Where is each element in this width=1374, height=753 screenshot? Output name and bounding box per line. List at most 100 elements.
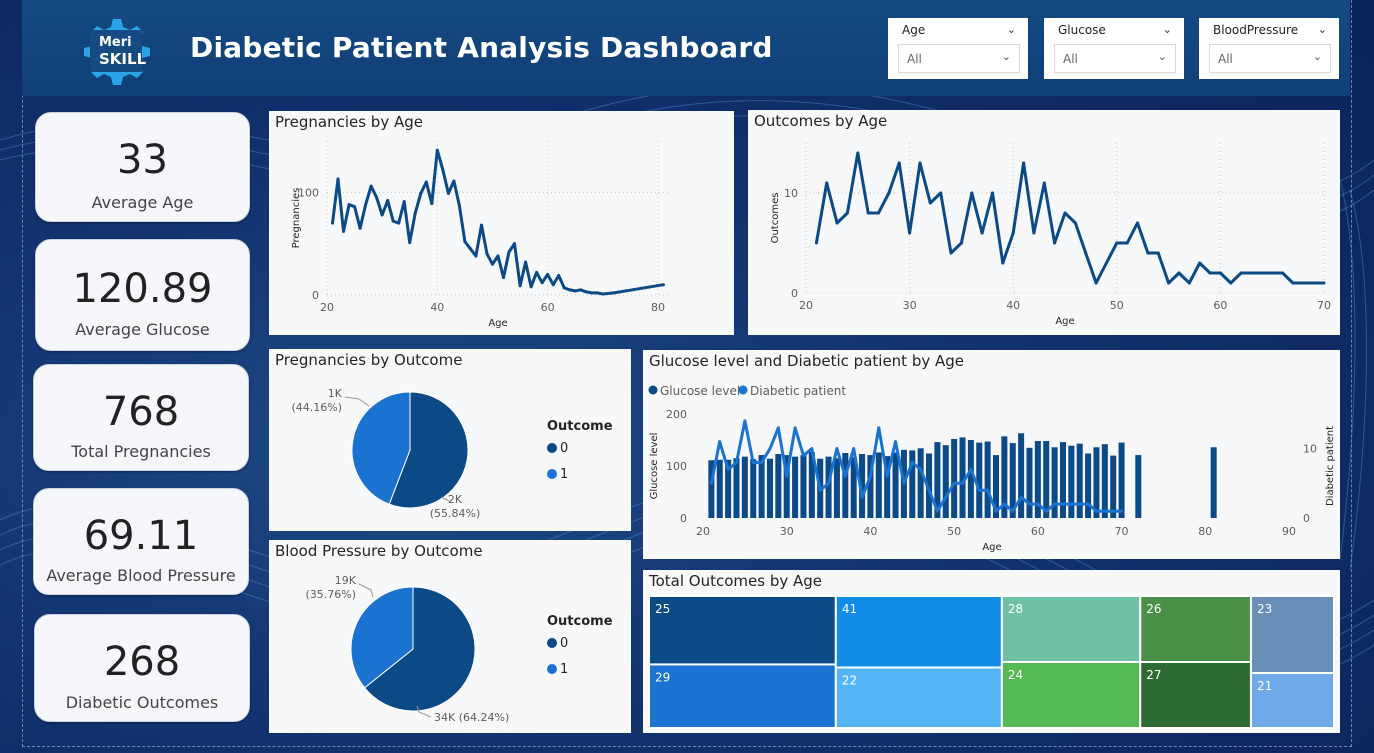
bar: [1110, 455, 1117, 518]
data-point: [852, 447, 856, 451]
data-point: [485, 252, 489, 256]
data-point: [1094, 509, 1098, 513]
treemap-label: 29: [655, 670, 670, 684]
data-point: [776, 426, 780, 430]
x-tick-label: 20: [696, 525, 710, 538]
data-point: [986, 488, 990, 492]
bar: [1068, 445, 1075, 518]
age-dropdown[interactable]: All ⌄: [898, 44, 1020, 73]
data-label: 34K (64.24%): [434, 711, 509, 724]
data-point: [743, 419, 747, 423]
data-point: [835, 447, 839, 451]
bloodpressure-slicer[interactable]: BloodPressure ⌄ All ⌄: [1199, 18, 1339, 79]
data-point: [877, 211, 881, 215]
pregnancies-by-age-chart[interactable]: 010020 40 60 80AgePregnancies: [269, 111, 734, 335]
chevron-down-icon[interactable]: ⌄: [1007, 23, 1016, 36]
data-point: [1301, 281, 1305, 285]
y-tick-label: 200: [666, 408, 687, 421]
age-slicer-label: Age: [902, 23, 926, 37]
x-tick-label: 60: [1213, 299, 1227, 312]
data-point: [856, 151, 860, 155]
data-point: [760, 461, 764, 465]
treemap-label: 25: [655, 602, 670, 616]
x-tick-label: 20: [799, 299, 813, 312]
logo-text-skill: SKILL: [99, 50, 147, 68]
bloodpressure-dropdown[interactable]: All ⌄: [1209, 44, 1331, 73]
glucose-dropdown[interactable]: All ⌄: [1054, 44, 1176, 73]
bar: [1085, 453, 1092, 518]
legend-marker: [547, 664, 557, 674]
chevron-down-icon[interactable]: ⌄: [1318, 23, 1327, 36]
data-point: [468, 247, 472, 251]
data-point: [902, 481, 906, 485]
data-point: [1239, 271, 1243, 275]
data-point: [1063, 211, 1067, 215]
legend-label: 0: [560, 441, 568, 456]
data-point: [1177, 271, 1181, 275]
data-point: [595, 291, 599, 295]
chevron-down-icon[interactable]: ⌄: [1158, 50, 1167, 63]
data-point: [1086, 502, 1090, 506]
bar: [775, 454, 782, 518]
data-point: [496, 254, 500, 258]
data-point: [1260, 271, 1264, 275]
data-point: [513, 242, 517, 246]
data-point: [1084, 251, 1088, 255]
data-point: [369, 184, 373, 188]
treemap-label: 21: [1257, 679, 1272, 693]
data-point: [801, 454, 805, 458]
data-point: [446, 191, 450, 195]
pregnancies-by-outcome-chart[interactable]: 2K(55.84%) 1K(44.16%) Outcome 0 1: [269, 349, 631, 531]
data-point: [969, 467, 973, 471]
data-point: [1001, 261, 1005, 265]
glucose-slicer-label: Glucose: [1058, 23, 1106, 37]
data-point: [375, 195, 379, 199]
bloodpressure-dropdown-value: All: [1218, 52, 1233, 66]
x-tick-label: 80: [1198, 525, 1212, 538]
y-axis-label: Pregnancies: [291, 188, 302, 249]
data-point: [1156, 251, 1160, 255]
outcomes-by-age-chart[interactable]: 0 10 20 30 40 50 60 70 Age Outcomes: [748, 110, 1340, 335]
data-point: [910, 461, 914, 465]
x-tick-label: 70: [1317, 299, 1331, 312]
chart-title: Blood Pressure by Outcome: [275, 542, 483, 560]
age-slicer[interactable]: Age ⌄ All ⌄: [888, 18, 1028, 79]
y-axis-label: Outcomes: [770, 193, 781, 244]
bar: [976, 442, 983, 518]
data-point: [1187, 281, 1191, 285]
data-point: [977, 488, 981, 492]
x-tick-label: 30: [903, 299, 917, 312]
data-point: [358, 226, 362, 230]
data-point: [734, 461, 738, 465]
treemap-tile-22: [834, 666, 1003, 729]
x-tick-label: 40: [1006, 299, 1020, 312]
kpi-value: 768: [102, 389, 180, 435]
y-tick-label: 0: [680, 512, 687, 525]
bloodpressure-slicer-label: BloodPressure: [1213, 23, 1299, 37]
glucose-diabetic-by-age-chart[interactable]: Glucose level Diabetic patient 0 100 200 0 10 2…: [643, 350, 1340, 559]
chevron-down-icon[interactable]: ⌄: [1163, 23, 1172, 36]
age-dropdown-value: All: [907, 52, 922, 66]
chart-title: Pregnancies by Outcome: [275, 351, 463, 369]
data-point: [1011, 509, 1015, 513]
data-point: [952, 481, 956, 485]
y-tick-label: 100: [666, 460, 687, 473]
glucose-slicer[interactable]: Glucose ⌄ All ⌄: [1044, 18, 1184, 79]
data-point: [435, 148, 439, 152]
blood-pressure-by-outcome-chart[interactable]: 34K (64.24%) 19K(35.76%) Outcome 0 1: [269, 540, 631, 733]
data-point: [557, 273, 561, 277]
kpi-label: Average Age: [91, 193, 194, 212]
data-label: (44.16%): [291, 401, 342, 414]
data-point: [1249, 271, 1253, 275]
chevron-down-icon[interactable]: ⌄: [1002, 50, 1011, 63]
treemap-label: 24: [1008, 668, 1023, 682]
data-point: [463, 240, 467, 244]
data-point: [562, 286, 566, 290]
chevron-down-icon[interactable]: ⌄: [1313, 50, 1322, 63]
total-outcomes-by-age-chart[interactable]: 25 29 41 22 28 24 26 27 23 21: [643, 570, 1340, 733]
treemap-label: 26: [1146, 602, 1161, 616]
legend-marker: [547, 443, 557, 453]
data-point: [959, 241, 963, 245]
treemap-tile-25: [648, 595, 837, 666]
glucose-diabetic-by-age-card: Glucose level and Diabetic patient by Ag…: [643, 350, 1340, 559]
